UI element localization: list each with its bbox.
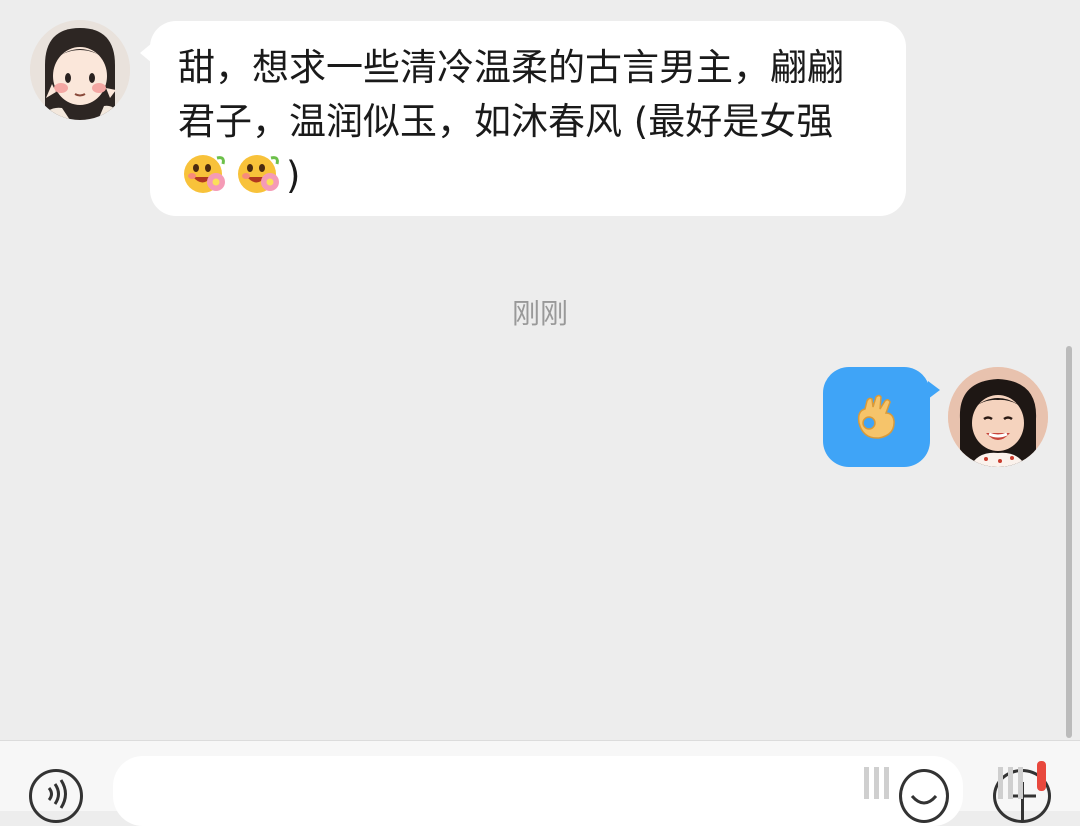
- scrollbar[interactable]: [1066, 346, 1072, 738]
- composer-bar: [0, 740, 1080, 826]
- incoming-message-text: 甜，想求一些清冷温柔的古言男主，翩翩君子，温润似玉，如沐春风 (最好是女强): [178, 41, 878, 203]
- blush-flower-emoji-icon: [235, 150, 283, 198]
- message-timestamp: 刚刚: [511, 297, 568, 330]
- message-input[interactable]: [113, 756, 963, 826]
- voice-input-button[interactable]: [29, 769, 83, 823]
- user-avatar[interactable]: [948, 367, 1048, 467]
- blush-flower-emoji-icon: [181, 150, 229, 198]
- ok-hand-emoji-icon: [857, 394, 895, 439]
- message-closing: ): [286, 154, 301, 197]
- incoming-message-bubble[interactable]: 甜，想求一些清冷温柔的古言男主，翩翩君子，温润似玉，如沐春风 (最好是女强): [140, 21, 906, 216]
- sender-avatar[interactable]: [30, 20, 130, 120]
- outgoing-message-bubble[interactable]: [823, 367, 940, 467]
- voice-icon: [47, 779, 67, 809]
- message-body: 甜，想求一些清冷温柔的古言男主，翩翩君子，温润似玉，如沐春风 (最好是女强: [178, 46, 844, 143]
- watermark-logo-icon: [864, 767, 1023, 799]
- chat-area: 甜，想求一些清冷温柔的古言男主，翩翩君子，温润似玉，如沐春风 (最好是女强) 刚…: [0, 0, 1080, 740]
